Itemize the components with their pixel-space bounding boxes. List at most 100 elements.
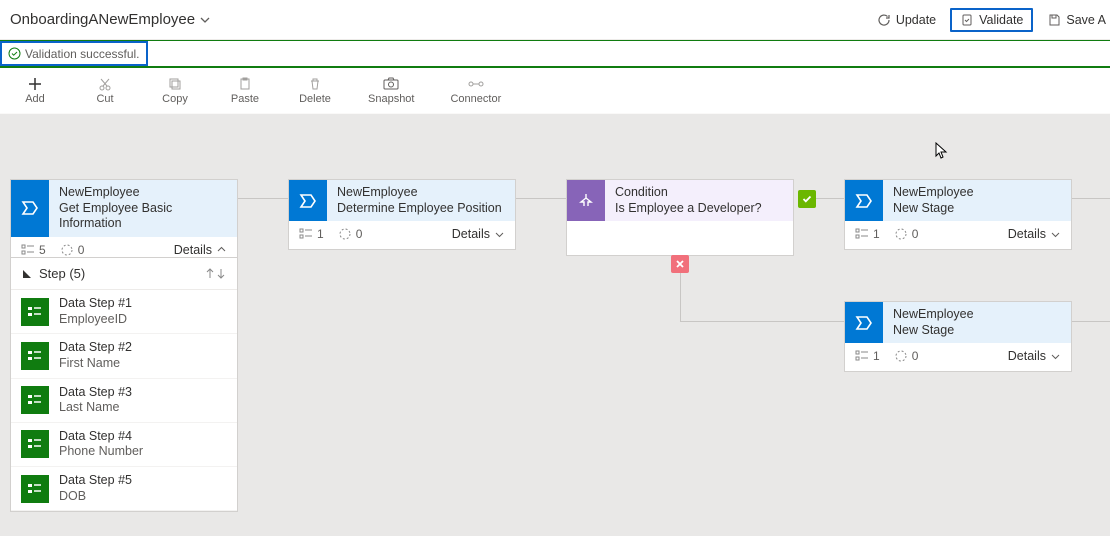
step-row[interactable]: Data Step #1EmployeeID [11,290,237,334]
copy-icon [168,77,182,91]
arrow-up-icon [205,267,216,280]
stage-card[interactable]: NewEmployee New Stage 1 0 Details [844,301,1072,372]
details-toggle[interactable]: Details [1008,227,1061,241]
step-row[interactable]: Data Step #4Phone Number [11,423,237,467]
details-label: Details [452,227,490,241]
stage-name: Get Employee Basic Information [59,201,227,232]
trigger-count: 0 [356,227,363,241]
trigger-count: 0 [912,227,919,241]
save-as-button[interactable]: Save A [1047,13,1106,27]
copy-label: Copy [162,93,188,105]
header-bar: OnboardingANewEmployee Update Validate S… [0,0,1110,40]
stage-entity: NewEmployee [893,185,1061,201]
flow-title-text: OnboardingANewEmployee [10,11,195,28]
stage-entity: NewEmployee [893,307,1061,323]
paste-label: Paste [231,93,259,105]
steps-title: Step (5) [39,266,85,281]
step-field: EmployeeID [59,312,132,328]
mouse-cursor-icon [935,142,949,160]
update-label: Update [896,13,936,27]
refresh-icon [877,13,891,27]
chevron-down-icon [1050,351,1061,362]
stage-icon [845,180,883,221]
step-title: Data Step #3 [59,385,132,401]
validation-message: Validation successful. [0,41,148,66]
steps-icon [855,228,869,240]
steps-icon [21,244,35,256]
details-toggle[interactable]: Details [1008,349,1061,363]
validate-button[interactable]: Validate [950,8,1033,32]
stage-icon [289,180,327,221]
check-circle-icon [8,47,21,60]
step-title: Data Step #4 [59,429,143,445]
details-label: Details [1008,349,1046,363]
data-step-icon [21,298,49,326]
step-title: Data Step #2 [59,340,132,356]
connector-line [238,198,288,199]
canvas[interactable]: NewEmployee Get Employee Basic Informati… [0,114,1110,536]
step-row[interactable]: Data Step #2First Name [11,334,237,378]
condition-yes-chip [798,190,816,208]
validate-label: Validate [979,13,1023,27]
save-icon [1047,13,1061,27]
snapshot-button[interactable]: Snapshot [368,76,414,105]
delete-button[interactable]: Delete [298,76,332,105]
step-row[interactable]: Data Step #5DOB [11,467,237,511]
trash-icon [308,77,322,91]
step-field: Phone Number [59,444,143,460]
snapshot-label: Snapshot [368,93,414,105]
sort-buttons[interactable] [205,267,227,280]
steps-count: 1 [873,227,880,241]
stage-name: Determine Employee Position [337,201,505,217]
step-row[interactable]: Data Step #3Last Name [11,379,237,423]
connector-line [516,198,566,199]
update-button[interactable]: Update [877,13,936,27]
camera-icon [383,77,399,91]
trigger-count: 0 [78,243,85,257]
steps-count: 1 [873,349,880,363]
steps-panel: Step (5) Data Step #1EmployeeIDData Step… [10,257,238,512]
steps-count: 5 [39,243,46,257]
condition-card[interactable]: Condition Is Employee a Developer? [566,179,794,256]
copy-button[interactable]: Copy [158,76,192,105]
add-button[interactable]: Add [18,76,52,105]
chevron-down-icon [1050,229,1061,240]
clipboard-check-icon [960,13,974,27]
data-step-icon [21,386,49,414]
data-step-icon [21,475,49,503]
trigger-icon [338,227,352,241]
condition-title: Condition [615,185,783,201]
details-label: Details [174,243,212,257]
details-toggle[interactable]: Details [452,227,505,241]
step-title: Data Step #5 [59,473,132,489]
validation-bar: Validation successful. [0,40,1110,68]
stage-icon [11,180,49,237]
chevron-down-icon [199,14,211,26]
step-title: Data Step #1 [59,296,132,312]
connector-icon [468,78,484,90]
stage-card[interactable]: NewEmployee Determine Employee Position … [288,179,516,250]
plus-icon [27,76,43,92]
details-toggle[interactable]: Details [174,243,227,257]
chevron-up-icon [216,244,227,255]
trigger-icon [894,349,908,363]
condition-no-chip [671,255,689,273]
stage-icon [845,302,883,343]
delete-label: Delete [299,93,331,105]
stage-entity: NewEmployee [337,185,505,201]
connector-line [680,321,844,322]
data-step-icon [21,430,49,458]
stage-card[interactable]: NewEmployee Get Employee Basic Informati… [10,179,238,266]
stage-name: New Stage [893,323,1061,339]
condition-text: Is Employee a Developer? [615,201,783,217]
trigger-icon [894,227,908,241]
connector-line [1072,198,1110,199]
trigger-count: 0 [912,349,919,363]
stage-card[interactable]: NewEmployee New Stage 1 0 Details [844,179,1072,250]
validation-text: Validation successful. [25,47,140,61]
flow-title[interactable]: OnboardingANewEmployee [8,11,211,28]
connector-button[interactable]: Connector [450,76,501,105]
step-field: First Name [59,356,132,372]
cut-button[interactable]: Cut [88,76,122,105]
paste-button[interactable]: Paste [228,76,262,105]
